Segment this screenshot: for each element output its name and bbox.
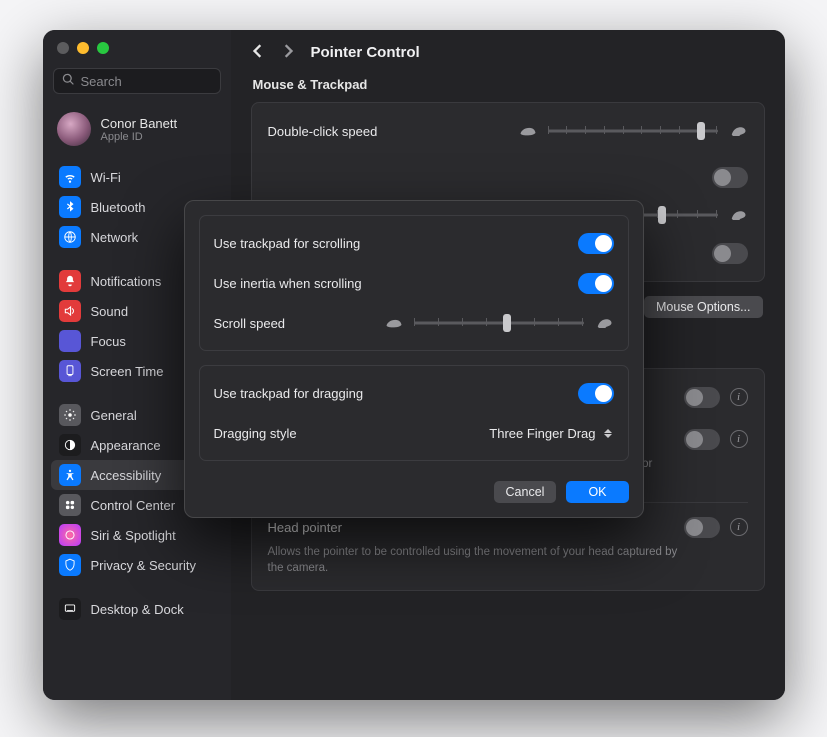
appearance-icon	[59, 434, 81, 456]
window-controls	[43, 42, 231, 68]
double-click-label: Double-click speed	[268, 124, 378, 139]
sidebar-item-label: Wi-Fi	[91, 170, 121, 185]
maximize-button[interactable]	[97, 42, 109, 54]
head-pointer-desc: Allows the pointer to be controlled usin…	[268, 545, 688, 576]
sidebar-item-wifi[interactable]: Wi-Fi	[51, 162, 223, 192]
sound-icon	[59, 300, 81, 322]
search-icon	[62, 73, 81, 89]
drag-toggle[interactable]	[578, 383, 614, 404]
wifi-icon	[59, 166, 81, 188]
main-header: Pointer Control	[231, 30, 785, 71]
scroll-speed-slider[interactable]	[414, 314, 584, 332]
sidebar-item-label: Desktop & Dock	[91, 602, 184, 617]
inertia-toggle[interactable]	[578, 273, 614, 294]
sidebar-item-label: General	[91, 408, 137, 423]
page-title: Pointer Control	[311, 44, 420, 61]
search-input-wrap[interactable]	[53, 68, 221, 94]
scroll-speed-label: Scroll speed	[214, 316, 286, 331]
sidebar-item-label: Focus	[91, 334, 126, 349]
turtle-icon	[518, 124, 538, 138]
toggle-placeholder-1[interactable]	[712, 167, 748, 188]
info-icon[interactable]: i	[730, 388, 748, 406]
scroll-toggle-label: Use trackpad for scrolling	[214, 236, 361, 251]
alt-pointer-toggle[interactable]	[684, 429, 720, 450]
section-label-mouse-trackpad: Mouse & Trackpad	[253, 77, 765, 92]
drag-style-value: Three Finger Drag	[489, 426, 595, 441]
siri-icon	[59, 524, 81, 546]
mouse-options-button[interactable]: Mouse Options...	[644, 296, 763, 318]
sidebar-item-label: Control Center	[91, 498, 176, 513]
control-center-icon	[59, 494, 81, 516]
turtle-icon	[384, 316, 404, 330]
close-button[interactable]	[57, 42, 69, 54]
sidebar-item-label: Notifications	[91, 274, 162, 289]
sidebar-item-siri[interactable]: Siri & Spotlight	[51, 520, 223, 550]
drag-style-label: Dragging style	[214, 426, 297, 441]
user-name: Conor Banett	[101, 116, 178, 131]
bluetooth-icon	[59, 196, 81, 218]
sidebar-item-privacy[interactable]: Privacy & Security	[51, 550, 223, 580]
sidebar-item-label: Bluetooth	[91, 200, 146, 215]
focus-icon	[59, 330, 81, 352]
minimize-button[interactable]	[77, 42, 89, 54]
nav-back-button[interactable]	[251, 44, 265, 61]
sidebar-item-label: Network	[91, 230, 139, 245]
privacy-icon	[59, 554, 81, 576]
rabbit-icon	[728, 208, 748, 222]
general-icon	[59, 404, 81, 426]
double-click-slider-wrap	[518, 122, 748, 140]
head-pointer-title: Head pointer	[268, 520, 342, 535]
search-input[interactable]	[81, 74, 231, 89]
drag-toggle-label: Use trackpad for dragging	[214, 386, 364, 401]
inertia-toggle-label: Use inertia when scrolling	[214, 276, 362, 291]
notifications-icon	[59, 270, 81, 292]
sidebar-item-label: Accessibility	[91, 468, 162, 483]
network-icon	[59, 226, 81, 248]
sidebar-item-label: Privacy & Security	[91, 558, 196, 573]
double-click-slider[interactable]	[548, 122, 718, 140]
sidebar-item-desktopdock[interactable]: Desktop & Dock	[51, 594, 223, 624]
trackpad-options-modal: Use trackpad for scrolling Use inertia w…	[184, 200, 644, 518]
sidebar-item-label: Sound	[91, 304, 129, 319]
sidebar-item-label: Screen Time	[91, 364, 164, 379]
drag-style-select[interactable]: Three Finger Drag	[489, 426, 613, 441]
sidebar-item-label: Appearance	[91, 438, 161, 453]
accessibility-icon	[59, 464, 81, 486]
info-icon[interactable]: i	[730, 518, 748, 536]
rabbit-icon	[728, 124, 748, 138]
info-icon[interactable]: i	[730, 430, 748, 448]
head-pointer-toggle[interactable]	[684, 517, 720, 538]
desktop-dock-icon	[59, 598, 81, 620]
sidebar-apple-id[interactable]: Conor Banett Apple ID	[43, 106, 231, 162]
ok-button[interactable]: OK	[566, 481, 628, 503]
nav-forward-button[interactable]	[281, 44, 295, 61]
settings-window: Conor Banett Apple ID Wi-Fi Bluetooth	[43, 30, 785, 700]
toggle-placeholder-3[interactable]	[684, 387, 720, 408]
user-subtitle: Apple ID	[101, 131, 178, 143]
avatar	[57, 112, 91, 146]
sidebar-item-label: Siri & Spotlight	[91, 528, 176, 543]
toggle-placeholder-2[interactable]	[712, 243, 748, 264]
scroll-toggle[interactable]	[578, 233, 614, 254]
screentime-icon	[59, 360, 81, 382]
updown-chevron-icon	[602, 426, 614, 440]
rabbit-icon	[594, 316, 614, 330]
cancel-button[interactable]: Cancel	[494, 481, 557, 503]
